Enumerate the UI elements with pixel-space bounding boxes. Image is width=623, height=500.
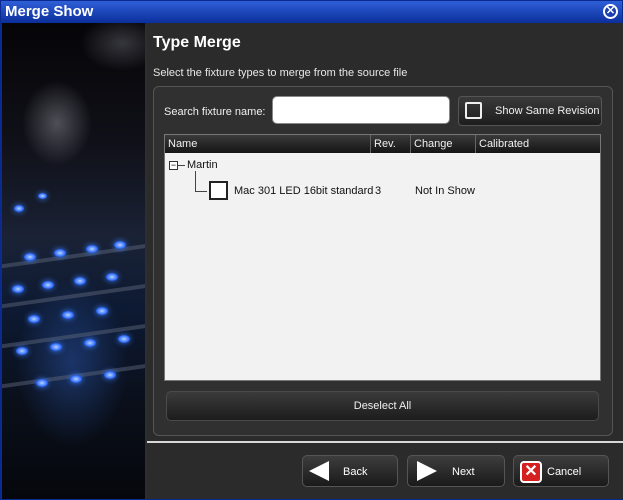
column-header-rev[interactable]: Rev. xyxy=(371,135,411,153)
column-header-calibrated[interactable]: Calibrated xyxy=(476,135,600,153)
column-header-change[interactable]: Change xyxy=(411,135,476,153)
close-icon[interactable]: ✕ xyxy=(603,4,618,19)
cancel-icon: ✕ xyxy=(520,461,542,483)
back-button-label: Back xyxy=(343,466,368,478)
fixture-selection-group: Search fixture name: Show Same Revision … xyxy=(153,86,613,436)
tree-connector xyxy=(195,191,207,192)
arrow-left-icon xyxy=(309,461,329,481)
collapse-icon[interactable]: − xyxy=(169,161,178,170)
arrow-right-icon xyxy=(417,461,437,481)
window-title: Merge Show xyxy=(5,3,94,20)
show-same-revision-toggle[interactable]: Show Same Revision xyxy=(458,96,602,126)
tree-connector xyxy=(195,171,196,191)
group-row-martin[interactable]: Martin xyxy=(187,159,218,171)
show-same-revision-label: Show Same Revision xyxy=(495,105,600,117)
title-bar[interactable]: Merge Show ✕ xyxy=(1,1,622,24)
back-button[interactable]: Back xyxy=(302,455,398,487)
fixture-row-rev: 3 xyxy=(375,185,382,197)
next-button[interactable]: Next xyxy=(407,455,505,487)
fixture-list[interactable]: Name Rev. Change Calibrated − Martin Mac… xyxy=(164,134,601,381)
tree-connector xyxy=(178,165,185,166)
search-input[interactable] xyxy=(272,96,450,124)
fixture-row-checkbox[interactable] xyxy=(209,181,228,200)
merge-show-window: Merge Show ✕ Type Merge Select the fixtu… xyxy=(0,0,623,500)
deselect-all-button[interactable]: Deselect All xyxy=(166,391,599,421)
search-label: Search fixture name: xyxy=(164,106,266,118)
fixture-row-name[interactable]: Mac 301 LED 16bit standard xyxy=(234,185,373,197)
fixture-row-change: Not In Show xyxy=(415,185,475,197)
footer-divider xyxy=(147,441,623,443)
cancel-button-label: Cancel xyxy=(547,466,582,478)
cancel-button[interactable]: ✕ Cancel xyxy=(513,455,609,487)
decorative-photo xyxy=(2,23,145,499)
type-merge-panel: Type Merge Select the fixture types to m… xyxy=(147,23,623,499)
page-title: Type Merge xyxy=(153,34,241,51)
next-button-label: Next xyxy=(452,466,475,478)
column-header-name[interactable]: Name xyxy=(165,135,371,153)
page-subtitle: Select the fixture types to merge from t… xyxy=(153,67,408,79)
fixture-list-header: Name Rev. Change Calibrated xyxy=(165,135,600,153)
show-same-revision-checkbox[interactable] xyxy=(465,102,482,119)
